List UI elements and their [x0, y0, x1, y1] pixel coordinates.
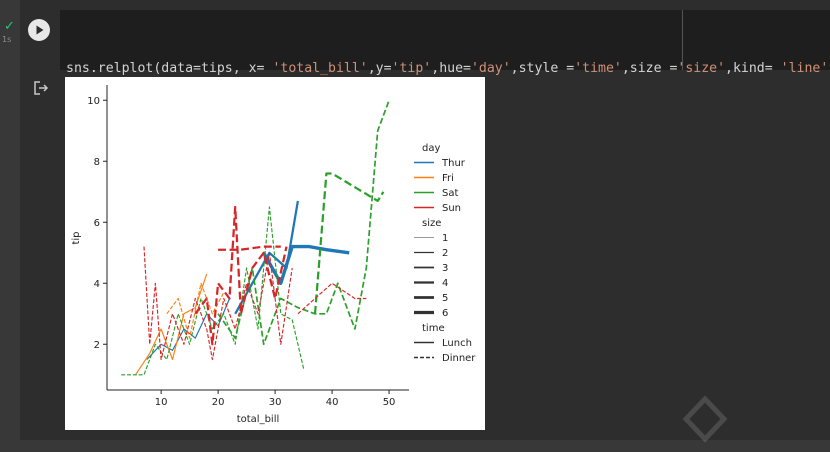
legend-label-size: 6: [442, 308, 448, 319]
legend-title-size: size: [422, 218, 441, 229]
code-token: ,size =: [621, 61, 678, 76]
y-tick-label: 8: [94, 157, 100, 168]
run-cell-button[interactable]: [28, 19, 50, 41]
legend-label-thur: Thur: [441, 158, 466, 169]
output-redirect-icon[interactable]: [33, 80, 49, 96]
code-token: 'time': [574, 61, 622, 76]
legend-title-day: day: [422, 143, 440, 154]
code-token: ,y=: [367, 61, 392, 76]
y-tick-label: 6: [94, 218, 100, 229]
code-token: sns.relplot(data=tips, x=: [66, 61, 273, 76]
play-icon: [36, 25, 44, 35]
x-tick-label: 20: [212, 397, 225, 408]
y-axis-label: tip: [71, 231, 82, 244]
series-line-sun-dinner: [218, 245, 281, 251]
legend-label-size: 2: [442, 248, 448, 259]
legend-title-time: time: [422, 323, 445, 334]
legend-label-lunch: Lunch: [442, 338, 472, 349]
y-tick-label: 4: [94, 279, 100, 290]
series-line-sat-dinner: [313, 172, 385, 314]
legend-label-size: 5: [442, 293, 448, 304]
plot-output: 10 20 30 40 50 2 4 6 8 10 total_bill tip day Thur Fri…: [65, 77, 485, 430]
x-tick-label: 10: [155, 397, 168, 408]
x-tick-label: 30: [269, 397, 282, 408]
execution-count: 1s: [2, 35, 12, 44]
ruler-line: [682, 10, 683, 70]
watermark-icon: [682, 395, 728, 443]
legend-label-size: 4: [442, 278, 448, 289]
y-tick-label: 10: [87, 96, 100, 107]
code-token: 'tip': [391, 61, 432, 76]
code-token: ,hue=: [431, 61, 471, 76]
code-line-1: sns.relplot(data=tips, x= 'total_bill',y…: [66, 59, 830, 78]
code-editor[interactable]: sns.relplot(data=tips, x= 'total_bill',y…: [60, 10, 830, 133]
legend-label-size: 1: [442, 233, 448, 244]
x-axis-label: total_bill: [237, 414, 280, 425]
legend-label-sat: Sat: [442, 188, 458, 199]
check-icon: ✓: [4, 19, 15, 34]
code-token: 'size': [677, 61, 726, 76]
legend-label-dinner: Dinner: [442, 353, 476, 364]
series-line-sat-dinner: [217, 100, 390, 346]
x-tick-label: 50: [383, 397, 396, 408]
y-tick-label: 2: [94, 340, 100, 351]
x-tick-label: 40: [326, 397, 339, 408]
cell-gutter: [0, 0, 20, 440]
legend-label-sun: Sun: [442, 203, 461, 214]
code-token: 'line': [780, 61, 829, 76]
legend-label-fri: Fri: [442, 173, 454, 184]
series-line-sun-dinner: [297, 282, 367, 315]
code-token: 'total_bill': [272, 61, 368, 76]
code-token: ,style =: [510, 61, 575, 76]
relplot-chart: 10 20 30 40 50 2 4 6 8 10 total_bill tip dayThur Fri…: [71, 85, 476, 425]
code-token: 'day': [470, 61, 511, 76]
legend-label-size: 3: [442, 263, 448, 274]
watermark-logo: [680, 395, 730, 452]
code-token: ,kind=: [725, 61, 781, 76]
